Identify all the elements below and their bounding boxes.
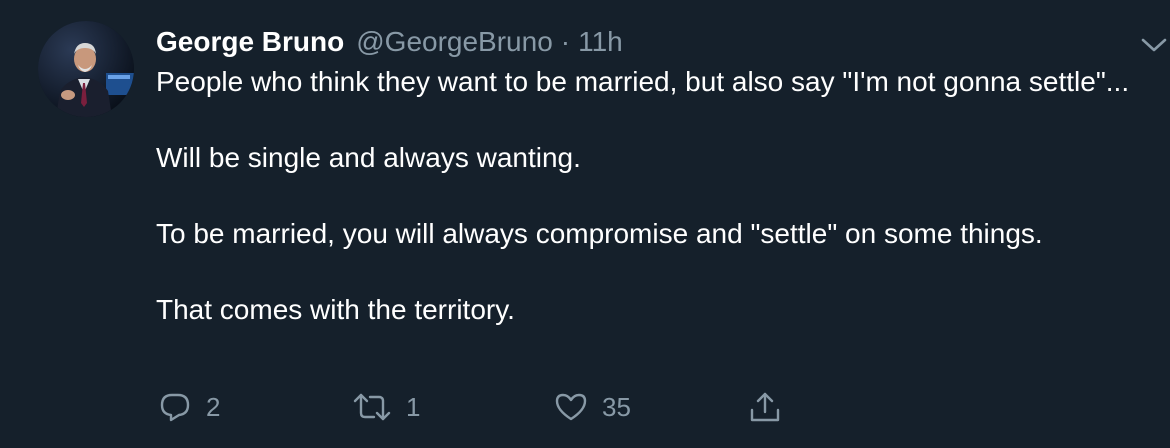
tweet-paragraph: That comes with the territory.	[156, 294, 515, 325]
avatar-photo	[38, 21, 134, 117]
tweet-header: George Bruno @GeorgeBruno · 11h	[156, 24, 623, 60]
share-button[interactable]	[748, 385, 782, 429]
tweet-text: People who think they want to be married…	[156, 63, 1146, 329]
tweet-paragraph: To be married, you will always compromis…	[156, 218, 1043, 249]
retweet-icon	[353, 393, 391, 421]
reply-count: 2	[206, 391, 221, 422]
like-button[interactable]: 35	[554, 385, 631, 429]
like-count: 35	[602, 391, 631, 422]
tweet[interactable]: George Bruno @GeorgeBruno · 11h People w…	[0, 0, 1170, 448]
separator-dot: ·	[560, 26, 571, 57]
reply-icon	[160, 393, 190, 422]
share-icon	[750, 392, 780, 422]
tweet-paragraph: People who think they want to be married…	[156, 66, 1130, 97]
tweet-menu-button[interactable]	[1138, 30, 1170, 60]
retweet-count: 1	[406, 391, 421, 422]
retweet-button[interactable]: 1	[352, 385, 420, 429]
reply-button[interactable]: 2	[158, 385, 220, 429]
tweet-timestamp[interactable]: 11h	[578, 24, 623, 60]
author-handle[interactable]: @GeorgeBruno	[356, 24, 553, 60]
chevron-down-icon	[1141, 38, 1167, 52]
author-name[interactable]: George Bruno	[156, 24, 344, 60]
heart-icon	[555, 393, 587, 421]
avatar[interactable]	[38, 21, 134, 117]
tweet-paragraph: Will be single and always wanting.	[156, 142, 581, 173]
tweet-actions: 2 1 35	[156, 385, 856, 429]
